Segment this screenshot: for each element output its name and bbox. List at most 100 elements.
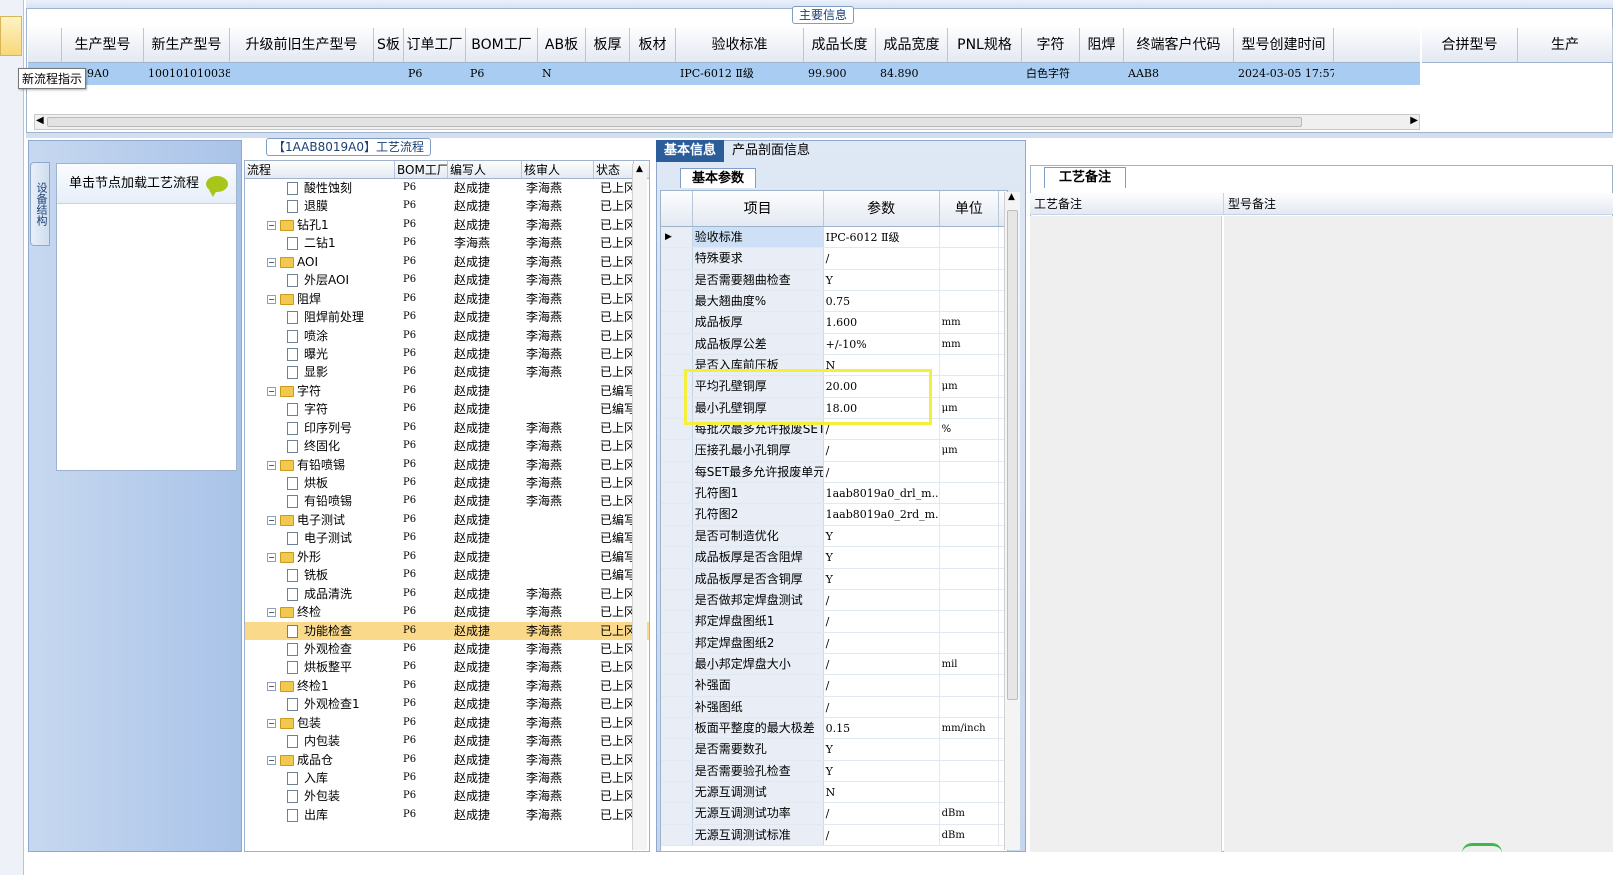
param-value-cell[interactable]: 0.75 <box>824 291 940 312</box>
main-col-header[interactable]: 型号创建时间 <box>1234 28 1334 62</box>
collapse-icon[interactable]: − <box>267 220 276 230</box>
row-header-cell[interactable] <box>661 653 693 675</box>
model-notes-area[interactable] <box>1224 216 1613 852</box>
tree-row[interactable]: − 电子测试 P6 赵成捷 已编写 <box>245 511 649 529</box>
tab-profile-info[interactable]: 产品剖面信息 <box>724 140 818 162</box>
tree-row[interactable]: 外观检查1 P6 赵成捷 李海燕 已上冈 <box>245 695 649 713</box>
collapse-icon[interactable]: − <box>267 460 276 470</box>
col-process-notes[interactable]: 工艺备注 <box>1030 193 1224 214</box>
tree-node[interactable]: 字符 <box>245 400 395 418</box>
row-header-cell[interactable] <box>661 717 693 739</box>
tree-node[interactable]: 内包装 <box>245 732 395 750</box>
main-cell[interactable] <box>586 63 630 85</box>
param-value-cell[interactable]: / <box>824 440 940 461</box>
param-value-cell[interactable]: Y <box>824 547 940 568</box>
row-header-cell[interactable] <box>661 461 693 483</box>
param-row[interactable]: 每SET最多允许报废单元 / <box>661 461 1007 484</box>
row-header-cell[interactable] <box>661 312 693 333</box>
param-value-cell[interactable]: / <box>824 632 940 653</box>
tree-node[interactable]: 烘板 <box>245 474 395 492</box>
tree-row[interactable]: 功能检查 P6 赵成捷 李海燕 已上冈 <box>245 621 649 640</box>
row-header-cell[interactable] <box>661 547 693 568</box>
tree-row[interactable]: − 外形 P6 赵成捷 已编写 <box>245 548 649 566</box>
col-model-notes[interactable]: 型号备注 <box>1224 193 1613 214</box>
main-cell[interactable]: N <box>538 63 586 85</box>
collapse-icon[interactable]: − <box>267 608 276 618</box>
main-col-header[interactable]: 阻焊 <box>1080 28 1124 62</box>
main-info-row[interactable]: 8019A010010101003867P6P6NIPC-6012 Ⅱ级99.9… <box>28 63 1420 85</box>
main-col-header[interactable]: 成品宽度 <box>876 28 948 62</box>
tree-node[interactable]: − 有铅喷锡 <box>245 456 395 474</box>
collapse-icon[interactable]: − <box>267 681 276 691</box>
tree-row[interactable]: − 阻焊 P6 赵成捷 李海燕 已上冈 <box>245 290 649 308</box>
tree-col-header[interactable]: 状态 <box>594 161 634 178</box>
param-row[interactable]: 无源互调测试功率 / dBm <box>661 803 1007 825</box>
tree-row[interactable]: 出库 P6 赵成捷 李海燕 已上冈 <box>245 806 649 824</box>
param-row[interactable]: 无源互调测试 N <box>661 781 1007 804</box>
tree-node[interactable]: − 外形 <box>245 548 395 566</box>
main-cell[interactable]: AAB8 <box>1124 63 1234 85</box>
main-col-header[interactable]: AB板 <box>538 28 586 62</box>
main-col-header[interactable]: 终端客户代码 <box>1124 28 1234 62</box>
row-header-cell[interactable] <box>661 269 693 291</box>
param-value-cell[interactable]: / <box>824 675 940 696</box>
main-cell[interactable] <box>1080 63 1124 85</box>
tree-row[interactable]: 成品清洗 P6 赵成捷 李海燕 已上冈 <box>245 585 649 603</box>
tree-node[interactable]: 铣板 <box>245 566 395 584</box>
tree-node[interactable]: 终固化 <box>245 437 395 455</box>
tree-node[interactable]: 电子测试 <box>245 529 395 547</box>
param-value-cell[interactable]: / <box>824 611 940 632</box>
param-row[interactable]: 成品板厚公差 +/-10% mm <box>661 333 1007 356</box>
tree-row[interactable]: − 有铅喷锡 P6 赵成捷 李海燕 已上冈 <box>245 456 649 474</box>
collapse-icon[interactable]: − <box>267 718 276 728</box>
row-header-cell[interactable] <box>661 248 693 269</box>
tree-node[interactable]: 外观检查1 <box>245 695 395 713</box>
param-row[interactable]: 是否需要验孔检查 Y <box>661 760 1007 782</box>
param-row[interactable]: 最大翘曲度% 0.75 <box>661 291 1007 313</box>
scroll-up-arrow-icon[interactable]: ▲ <box>1008 192 1015 202</box>
tree-node[interactable]: 功能检查 <box>245 622 395 640</box>
tree-row[interactable]: − 字符 P6 赵成捷 已编写 <box>245 382 649 400</box>
param-row[interactable]: 孔符图1 1aab8019a0_drl_m... <box>661 483 1007 505</box>
main-col-header[interactable]: 板材 <box>630 28 676 62</box>
row-header-cell[interactable] <box>661 568 693 589</box>
main-col-header[interactable]: PNL规格 <box>948 28 1022 62</box>
scroll-up-arrow-icon[interactable]: ▲ <box>636 164 643 174</box>
main-col-header[interactable]: BOM工厂 <box>466 28 538 62</box>
main-cell[interactable]: 10010101003867 <box>144 63 230 85</box>
param-value-cell[interactable]: +/-10% <box>824 333 940 355</box>
tree-col-header[interactable]: 编写人 <box>448 161 522 178</box>
tab-basic-info[interactable]: 基本信息 <box>656 140 725 162</box>
row-header-cell[interactable] <box>661 696 693 717</box>
param-row[interactable]: 是否做邦定焊盘测试 / <box>661 589 1007 612</box>
horizontal-splitter[interactable] <box>26 133 1613 138</box>
merge-col-header[interactable]: 合拼型号 <box>1422 28 1518 62</box>
tree-node[interactable]: − AOI <box>245 253 395 271</box>
main-cell[interactable]: 84.890 <box>876 63 948 85</box>
param-value-cell[interactable]: Y <box>824 269 940 291</box>
tree-row[interactable]: 烘板整平 P6 赵成捷 李海燕 已上冈 <box>245 658 649 676</box>
scroll-left-arrow-icon[interactable]: ◀ <box>36 115 44 126</box>
param-row[interactable]: 特殊要求 / <box>661 248 1007 270</box>
param-value-cell[interactable]: / <box>824 653 940 675</box>
main-col-header[interactable]: S板 <box>374 28 404 62</box>
tree-row[interactable]: 电子测试 P6 赵成捷 已编写 <box>245 529 649 547</box>
tree-row[interactable]: 入库 P6 赵成捷 李海燕 已上冈 <box>245 769 649 787</box>
tree-row[interactable]: 外包装 P6 赵成捷 李海燕 已上冈 <box>245 787 649 805</box>
tree-node[interactable]: − 钻孔1 <box>245 216 395 234</box>
param-value-cell[interactable]: 1.600 <box>824 312 940 333</box>
col-unit[interactable]: 单位 <box>940 191 1000 226</box>
param-row[interactable]: 成品板厚 1.600 mm <box>661 312 1007 334</box>
param-row[interactable]: 成品板厚是否含阻焊 Y <box>661 547 1007 569</box>
tree-node[interactable]: 有铅喷锡 <box>245 492 395 510</box>
row-header-cell[interactable] <box>661 675 693 696</box>
row-header-cell[interactable] <box>661 781 693 803</box>
tree-node[interactable]: 曝光 <box>245 345 395 363</box>
main-col-header[interactable]: 验收标准 <box>676 28 804 62</box>
col-item[interactable]: 项目 <box>693 191 824 226</box>
vscroll-thumb[interactable] <box>1007 210 1018 700</box>
tree-node[interactable]: − 成品仓 <box>245 751 395 769</box>
tree-row[interactable]: 二钻1 P6 李海燕 李海燕 已上冈 <box>245 234 649 252</box>
tree-row[interactable]: 印序列号 P6 赵成捷 李海燕 已上冈 <box>245 419 649 437</box>
tree-node[interactable]: 出库 <box>245 806 395 824</box>
